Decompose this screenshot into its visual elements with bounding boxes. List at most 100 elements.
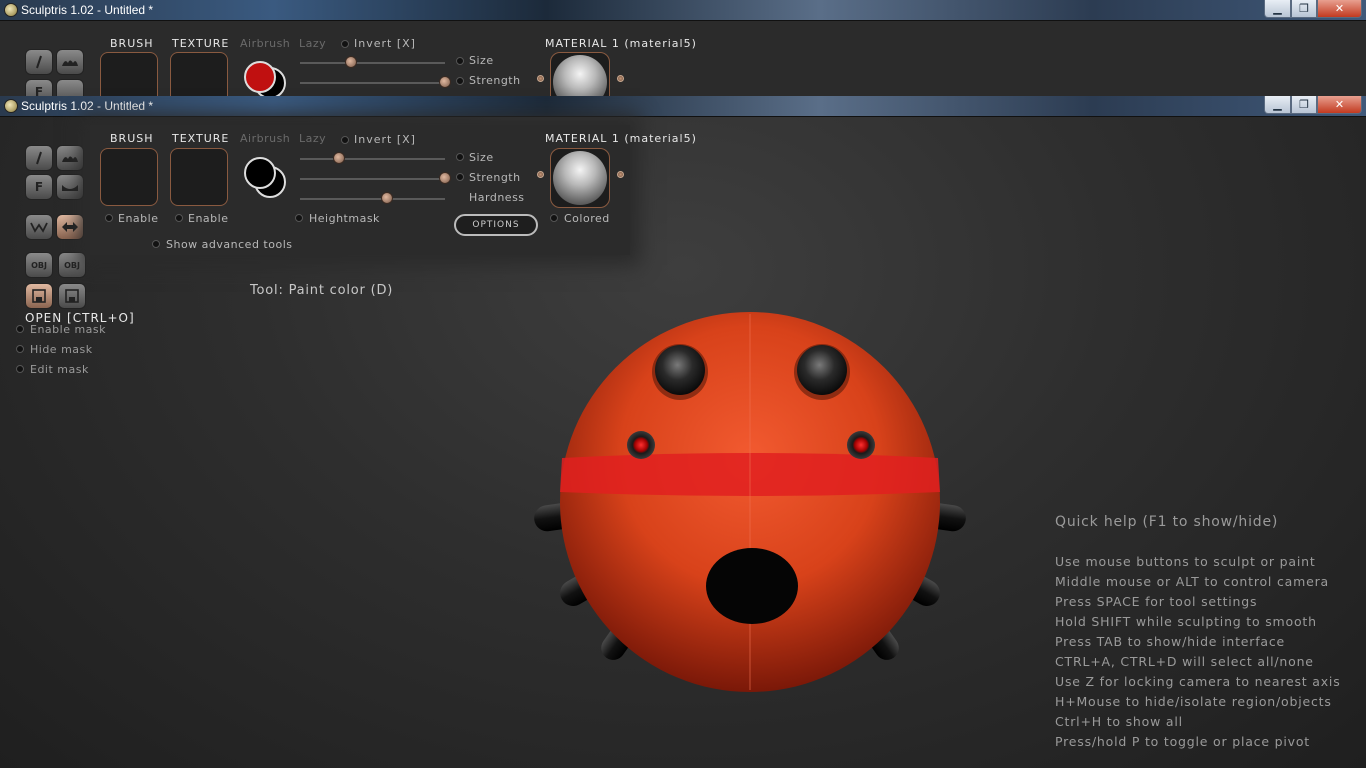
edit-mask-toggle[interactable] (16, 365, 24, 373)
inflate-tool-button[interactable] (56, 145, 84, 171)
hardness-slider-track[interactable] (300, 198, 445, 200)
pinch-tool-button[interactable] (56, 79, 84, 96)
maximize-button[interactable]: ❐ (1291, 0, 1317, 18)
size-label: Size (469, 151, 494, 164)
heightmask-toggle[interactable] (295, 214, 303, 222)
brush-slot[interactable] (100, 52, 158, 96)
strength-slider-track[interactable] (300, 178, 445, 180)
draw-tool-button[interactable] (25, 145, 53, 171)
quick-help-line: Use mouse buttons to sculpt or paint (1055, 554, 1316, 569)
grab-tool-button[interactable] (56, 214, 84, 240)
material-slot[interactable] (550, 52, 610, 96)
material-preview-sphere (553, 55, 607, 96)
material-slot[interactable] (550, 148, 610, 208)
size-slider-knob[interactable] (344, 56, 357, 68)
enable-mask-label[interactable]: Enable mask (30, 323, 106, 336)
export-obj-button[interactable]: OBJ (58, 252, 86, 278)
strength-slider-knob[interactable] (439, 76, 451, 88)
quick-help-line: Use Z for locking camera to nearest axis (1055, 674, 1341, 689)
pinch-icon (62, 185, 78, 191)
minimize-button[interactable]: ▁ (1264, 96, 1291, 114)
window-title: Sculptris 1.02 - Untitled * (21, 99, 154, 113)
hardness-slider-knob[interactable] (381, 192, 393, 204)
edit-mask-label[interactable]: Edit mask (30, 363, 89, 376)
quick-help-line: Ctrl+H to show all (1055, 714, 1183, 729)
enable-texture-toggle[interactable] (175, 214, 183, 222)
strength-pressure-toggle[interactable] (456, 77, 464, 85)
size-pressure-toggle[interactable] (456, 153, 464, 161)
invert-toggle[interactable] (341, 40, 349, 48)
window-controls: ▁ ❐ ✕ (1264, 96, 1362, 115)
invert-label: Invert [X] (354, 133, 416, 146)
enable-mask-toggle[interactable] (16, 325, 24, 333)
lazy-label[interactable]: Lazy (299, 37, 326, 50)
enable-texture-label: Enable (188, 212, 229, 225)
close-button[interactable]: ✕ (1317, 0, 1362, 18)
material-prev-arrow[interactable] (537, 75, 544, 82)
show-advanced-tools-label: Show advanced tools (166, 238, 293, 251)
save-file-button[interactable] (58, 283, 86, 309)
double-arrow-icon (62, 222, 78, 232)
colored-label: Colored (564, 212, 610, 225)
symmetry-tool-button[interactable] (25, 214, 53, 240)
window-controls: ▁ ❐ ✕ (1264, 0, 1362, 19)
heightmask-label: Heightmask (309, 212, 380, 225)
size-label: Size (469, 54, 494, 67)
colored-toggle[interactable] (550, 214, 558, 222)
enable-brush-toggle[interactable] (105, 214, 113, 222)
inflate-icon (62, 60, 78, 66)
quick-help-line: Press SPACE for tool settings (1055, 594, 1258, 609)
minimize-button[interactable]: ▁ (1264, 0, 1291, 18)
size-slider-track[interactable] (300, 62, 445, 64)
options-button[interactable]: OPTIONS (454, 214, 538, 236)
quick-help-line: CTRL+A, CTRL+D will select all/none (1055, 654, 1314, 669)
background-window-titlebar[interactable]: Sculptris 1.02 - Untitled * ▁ ❐ ✕ (0, 0, 1366, 21)
draw-tool-button[interactable] (25, 49, 53, 75)
material-prev-arrow[interactable] (537, 171, 544, 178)
hide-mask-label[interactable]: Hide mask (30, 343, 93, 356)
texture-label: TEXTURE (172, 37, 230, 50)
sculpt-viewport[interactable] (520, 300, 980, 700)
airbrush-label[interactable]: Airbrush (240, 132, 290, 145)
strength-slider-track[interactable] (300, 82, 445, 84)
paint-color-swatch[interactable] (244, 157, 276, 189)
size-pressure-toggle[interactable] (456, 57, 464, 65)
material-next-arrow[interactable] (617, 171, 624, 178)
close-button[interactable]: ✕ (1317, 96, 1362, 114)
invert-toggle[interactable] (341, 136, 349, 144)
size-slider-track[interactable] (300, 158, 445, 160)
texture-slot[interactable] (170, 52, 228, 96)
strength-slider-knob[interactable] (439, 172, 451, 184)
window-title: Sculptris 1.02 - Untitled * (21, 3, 154, 17)
import-obj-button[interactable]: OBJ (25, 252, 53, 278)
sculptris-app-icon (4, 3, 18, 17)
material-next-arrow[interactable] (617, 75, 624, 82)
quick-help-line: Middle mouse or ALT to control camera (1055, 574, 1329, 589)
airbrush-label[interactable]: Airbrush (240, 37, 290, 50)
foreground-window-titlebar[interactable]: Sculptris 1.02 - Untitled * ▁ ❐ ✕ (0, 96, 1366, 117)
show-advanced-tools-toggle[interactable] (152, 240, 160, 248)
invert-label: Invert [X] (354, 37, 416, 50)
strength-pressure-toggle[interactable] (456, 173, 464, 181)
texture-slot[interactable] (170, 148, 228, 206)
texture-label: TEXTURE (172, 132, 230, 145)
lazy-label[interactable]: Lazy (299, 132, 326, 145)
save-icon (65, 289, 79, 303)
quick-help-line: Hold SHIFT while sculpting to smooth (1055, 614, 1317, 629)
flatten-tool-button[interactable]: F (25, 174, 53, 200)
material-label: MATERIAL 1 (material5) (545, 37, 697, 50)
draw-icon (36, 55, 42, 69)
quick-help-line: H+Mouse to hide/isolate region/objects (1055, 694, 1332, 709)
hide-mask-toggle[interactable] (16, 345, 24, 353)
pinch-tool-button[interactable] (56, 174, 84, 200)
hardness-label: Hardness (469, 191, 525, 204)
inflate-tool-button[interactable] (56, 49, 84, 75)
strength-label: Strength (469, 74, 521, 87)
paint-color-swatch[interactable] (244, 61, 276, 93)
open-file-button[interactable] (25, 283, 53, 309)
brush-slot[interactable] (100, 148, 158, 206)
maximize-button[interactable]: ❐ (1291, 96, 1317, 114)
flatten-tool-button[interactable]: F (25, 79, 53, 96)
material-label: MATERIAL 1 (material5) (545, 132, 697, 145)
brush-label: BRUSH (110, 37, 154, 50)
